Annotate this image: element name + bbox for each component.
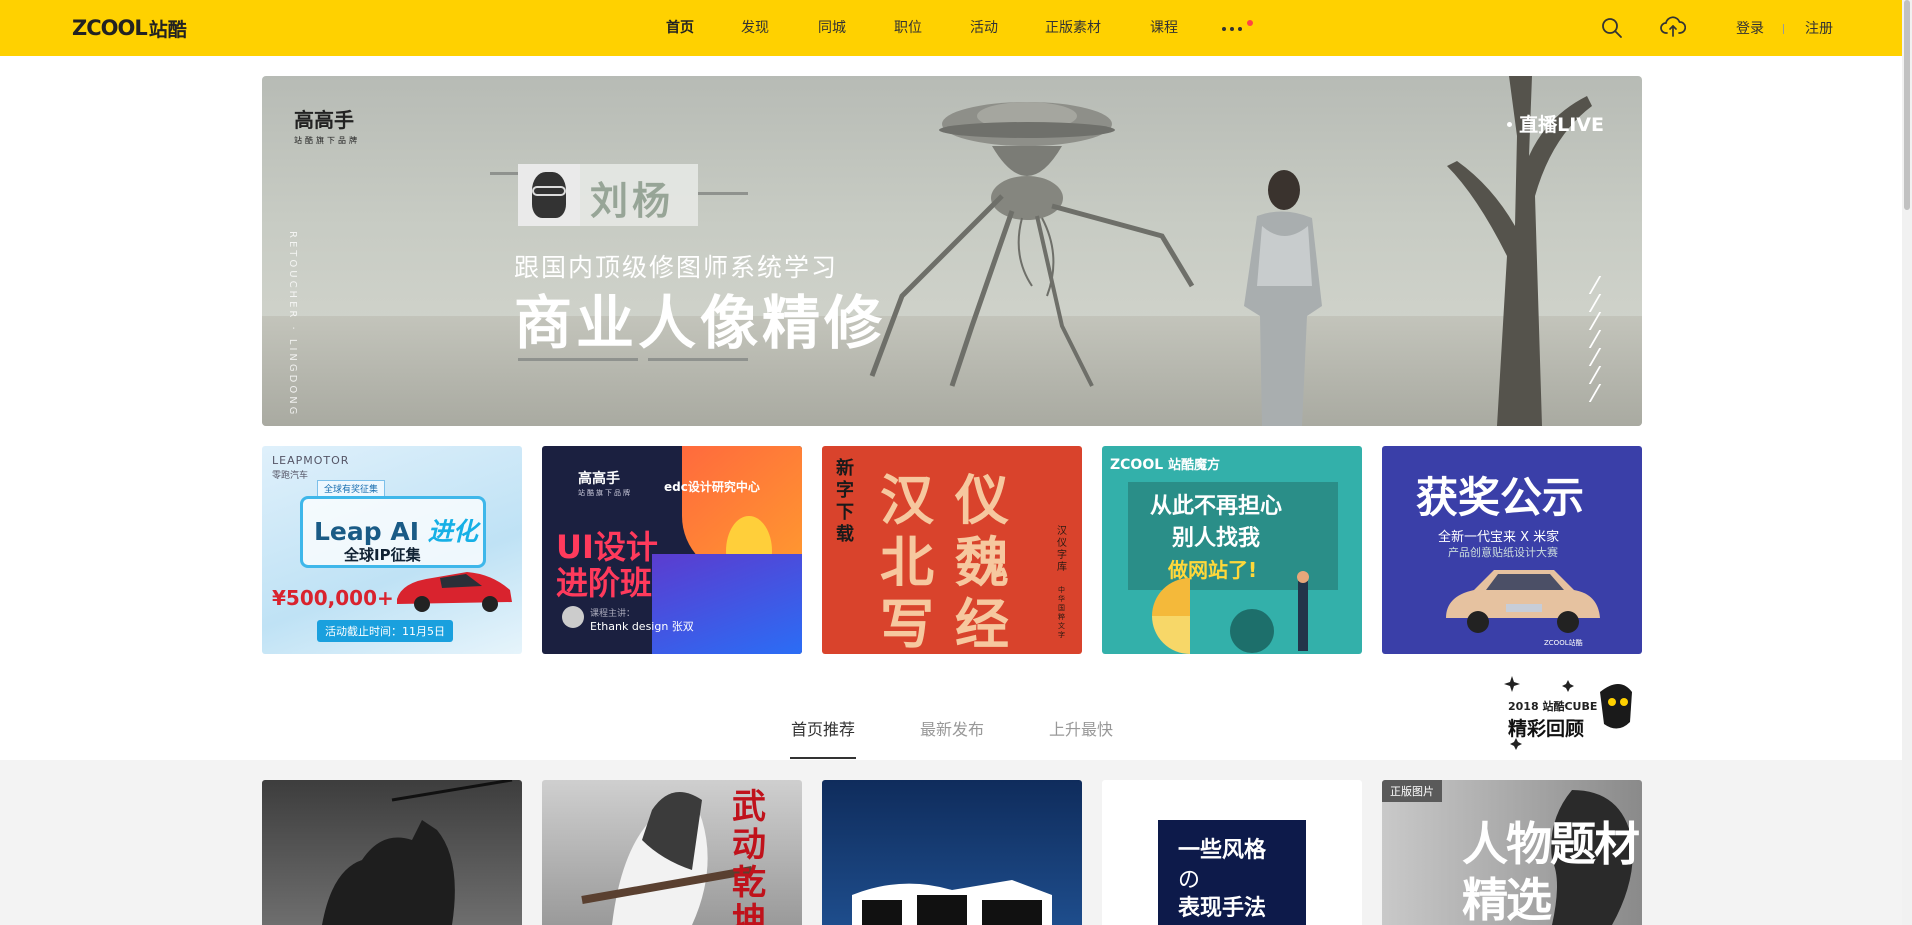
font-char: 经 — [955, 593, 1009, 654]
instructor-name-box: 刘杨 — [580, 164, 698, 226]
work-art-line2: 精选 — [1462, 873, 1552, 925]
award-car-illustration — [1446, 570, 1600, 633]
promo-sub: 全球IP征集 — [344, 546, 421, 564]
work-card[interactable]: 一些风格 の 表现手法 — [1102, 780, 1362, 925]
promo-card-leapmotor[interactable]: LEAPMOTOR 零跑汽车 全球有奖征集 Leap AI 进化 全球IP征集 … — [262, 446, 522, 654]
promo-card-hanyi-font[interactable]: 新字下载 汉 仪 北 魏 写 经 汉仪字库 中华国粹文字 — [822, 446, 1082, 654]
decor-line — [698, 192, 748, 195]
site-logo[interactable]: ZCOOL 站酷 — [72, 14, 187, 42]
search-icon[interactable] — [1600, 16, 1624, 40]
upload-icon[interactable] — [1660, 15, 1686, 39]
award-title: 获奖公示 — [1416, 473, 1585, 522]
top-navbar: ZCOOL 站酷 首页 发现 同城 职位 活动 正版素材 课程 登录 注册 — [0, 0, 1902, 56]
nav-item-discover[interactable]: 发现 — [741, 0, 769, 56]
cube-brand: ZCOOL 站酷魔方 — [1110, 457, 1221, 473]
work-card[interactable]: 正版图片 人物题材 精选 — [1382, 780, 1642, 925]
nav-item-home[interactable]: 首页 — [666, 0, 694, 56]
leapmotor-brand-cn: 零跑汽车 — [272, 471, 309, 481]
nav-item-licensed-assets[interactable]: 正版素材 — [1045, 0, 1101, 56]
promo-tag: 全球有奖征集 — [317, 480, 386, 497]
promo-card-ui-course[interactable]: 高高手 站酷旗下品牌 edc设计研究中心 UI设计 进阶班 课程主讲： Etha… — [542, 446, 802, 654]
tab-recommended[interactable]: 首页推荐 — [791, 716, 855, 740]
car-illustration — [397, 572, 512, 612]
work-thumbnail — [322, 780, 513, 925]
cube-line1: 从此不再担心 — [1150, 494, 1283, 519]
instructor-name: 刘杨 — [590, 179, 675, 223]
live-badge: 直播LIVE — [1519, 114, 1604, 136]
cube-review-line2: 精彩回顾 — [1508, 718, 1585, 740]
work-thumbnail — [852, 880, 1052, 925]
hero-vertical-text: RETOUCHER · LINGDONG — [287, 231, 298, 418]
model-figure — [1244, 170, 1322, 426]
promo-headline: Leap AI 进化 — [314, 517, 478, 546]
course-brand: 高高手 — [578, 471, 620, 487]
tab-latest[interactable]: 最新发布 — [920, 716, 984, 740]
hero-brand: 高高手 — [294, 108, 354, 132]
hero-brand-logo: 高高手 站酷旗下品牌 — [294, 104, 360, 146]
active-tab-underline — [790, 757, 856, 759]
logo-text-cn: 站酷 — [148, 18, 187, 41]
nav-item-events[interactable]: 活动 — [970, 0, 998, 56]
register-link[interactable]: 注册 — [1805, 0, 1833, 56]
hero-brand-sub: 站酷旗下品牌 — [294, 136, 360, 145]
award-sub2: 产品创意贴纸设计大赛 — [1448, 546, 1558, 559]
live-dot-icon — [1507, 122, 1512, 127]
promo-deadline: 活动截止时间：11月5日 — [317, 620, 453, 642]
work-text-line3: 表现手法 — [1178, 896, 1267, 921]
instructor-avatar — [518, 164, 580, 226]
login-link[interactable]: 登录 — [1736, 0, 1764, 56]
font-right-text-2: 中华国粹文字 — [1058, 586, 1065, 639]
website-illustration — [1152, 571, 1309, 654]
page-scrollbar-thumb[interactable] — [1904, 0, 1910, 210]
leapmotor-brand: LEAPMOTOR — [272, 454, 350, 467]
more-dots-icon[interactable] — [1222, 27, 1242, 31]
teacher-name: Ethank design 张双 — [590, 620, 694, 633]
work-card[interactable] — [262, 780, 522, 925]
logo-text-en: ZCOOL — [72, 16, 148, 40]
cube-line2: 别人找我 — [1172, 526, 1261, 551]
course-title-line2: 进阶班 — [556, 564, 653, 602]
font-char: 魏 — [955, 531, 1009, 594]
font-side-text: 新字下载 — [836, 458, 854, 545]
hero-vertical-caption: RETOUCHER · LINGDONG — [282, 231, 302, 417]
work-text-line1: 一些风格 — [1178, 838, 1267, 863]
font-char-grid: 汉 仪 北 魏 写 经 — [880, 456, 1030, 654]
promo-card-zcool-cube[interactable]: ZCOOL 站酷魔方 从此不再担心 别人找我 做网站了! — [1102, 446, 1362, 654]
hero-banner[interactable]: 高高手 站酷旗下品牌 RETOUCHER · LINGDONG 刘杨 跟国内顶级… — [262, 76, 1642, 426]
work-card[interactable]: 武动乾坤 — [542, 780, 802, 925]
nav-item-jobs[interactable]: 职位 — [894, 0, 922, 56]
promo-card-award[interactable]: 获奖公示 全新一代宝来 X 米家 产品创意贴纸设计大赛 ZCOOL站酷 — [1382, 446, 1642, 654]
course-partner: edc设计研究中心 — [664, 480, 760, 494]
nav-item-local[interactable]: 同城 — [818, 0, 846, 56]
font-char: 仪 — [955, 469, 1009, 532]
licensed-image-badge: 正版图片 — [1382, 780, 1442, 802]
notification-dot — [1247, 20, 1253, 26]
spaceship-illustration — [869, 102, 1195, 387]
award-footer: ZCOOL站酷 — [1544, 639, 1583, 647]
auth-divider — [1783, 24, 1784, 34]
work-card[interactable] — [822, 780, 1082, 925]
teacher-avatar — [562, 606, 584, 628]
cube-review-badge[interactable]: 2018 站酷CUBE 精彩回顾 — [1500, 672, 1640, 754]
award-sub1: 全新一代宝来 X 米家 — [1438, 530, 1560, 545]
font-right-text: 汉仪字库 — [1057, 526, 1067, 573]
hero-title: 商业人像精修 — [514, 289, 887, 357]
slash-decoration — [1588, 276, 1602, 406]
cube-review-line1: 2018 站酷CUBE — [1508, 700, 1598, 713]
tab-rising[interactable]: 上升最快 — [1049, 716, 1113, 740]
font-char: 写 — [880, 593, 934, 654]
font-char: 北 — [880, 531, 934, 594]
promo-prize: ¥500,000+ — [272, 586, 394, 610]
nav-item-courses[interactable]: 课程 — [1150, 0, 1178, 56]
work-art-text: 武动乾坤 — [732, 787, 766, 925]
course-brand-sub: 站酷旗下品牌 — [578, 489, 632, 497]
font-char: 汉 — [880, 469, 934, 532]
